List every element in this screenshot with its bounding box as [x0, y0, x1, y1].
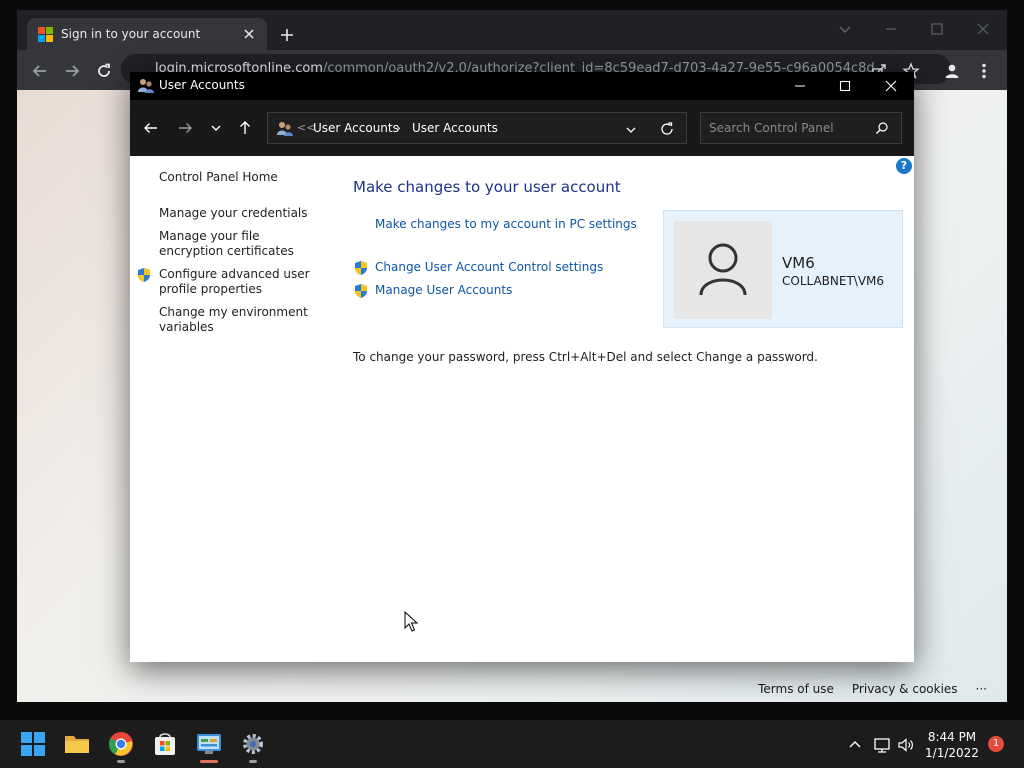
breadcrumb-bar[interactable]: << User Accounts › User Accounts — [267, 112, 687, 144]
tab-close-icon[interactable] — [241, 26, 257, 42]
network-icon[interactable] — [873, 736, 891, 754]
browser-tab[interactable]: Sign in to your account — [27, 18, 267, 50]
breadcrumb-user-accounts-icon — [276, 120, 294, 138]
privacy-cookies-link[interactable]: Privacy & cookies — [852, 682, 958, 696]
user-name: VM6 — [782, 254, 815, 272]
browser-maximize-icon[interactable] — [927, 19, 947, 39]
footer-more-button[interactable]: ··· — [976, 682, 987, 696]
browser-minimize-icon[interactable] — [881, 19, 901, 39]
password-hint: To change your password, press Ctrl+Alt+… — [353, 350, 818, 364]
settings-gear-icon[interactable] — [240, 731, 266, 757]
forward-arrow-icon[interactable] — [63, 62, 81, 80]
nav-manage-credentials[interactable]: Manage your credentials — [159, 206, 319, 221]
recent-locations-chevron-icon[interactable] — [207, 119, 225, 137]
microsoft-logo-icon — [38, 27, 53, 42]
nav-up-icon[interactable] — [236, 119, 254, 137]
uac-shield-icon — [353, 283, 369, 299]
control-panel-taskbar-icon[interactable] — [196, 731, 222, 757]
system-clock[interactable]: 8:44 PM 1/1/2022 — [922, 729, 982, 761]
notification-badge[interactable]: 1 — [988, 736, 1004, 752]
address-history-chevron-icon[interactable] — [623, 122, 639, 138]
window-minimize-icon[interactable] — [790, 76, 810, 96]
start-button-windows-icon[interactable] — [20, 731, 46, 757]
microsoft-store-icon[interactable] — [152, 731, 178, 757]
window-title: User Accounts — [159, 78, 245, 92]
user-card: VM6 COLLABNET\VM6 — [663, 210, 903, 328]
navigation-bar: << User Accounts › User Accounts — [130, 100, 914, 156]
mouse-cursor-icon — [404, 611, 418, 633]
manage-user-accounts-link[interactable]: Manage User Accounts — [375, 283, 512, 297]
uac-shield-icon — [136, 267, 152, 283]
uac-shield-icon — [353, 260, 369, 276]
nav-environment-variables[interactable]: Change my environment variables — [159, 305, 319, 335]
chrome-icon[interactable] — [108, 731, 134, 757]
nav-forward-icon[interactable] — [176, 119, 194, 137]
breadcrumb-separator-icon[interactable]: › — [396, 121, 401, 135]
refresh-icon[interactable] — [659, 121, 675, 137]
tab-title: Sign in to your account — [61, 27, 201, 41]
taskbar: 8:44 PM 1/1/2022 1 — [0, 720, 1024, 768]
volume-icon[interactable] — [897, 736, 915, 754]
settings-running-indicator — [249, 760, 257, 763]
reload-icon[interactable] — [95, 62, 113, 80]
uac-settings-link[interactable]: Change User Account Control settings — [375, 260, 603, 274]
search-box — [700, 112, 902, 144]
new-tab-icon[interactable] — [279, 27, 295, 43]
window-close-icon[interactable] — [881, 76, 901, 96]
user-accounts-icon — [137, 77, 155, 95]
breadcrumb-item-user-accounts[interactable]: User Accounts — [313, 121, 399, 135]
back-arrow-icon[interactable] — [31, 62, 49, 80]
user-domain: COLLABNET\VM6 — [782, 274, 885, 288]
tab-strip: Sign in to your account — [17, 10, 1007, 50]
avatar — [674, 221, 772, 319]
pc-settings-link[interactable]: Make changes to my account in PC setting… — [375, 217, 637, 231]
clock-date: 1/1/2022 — [925, 746, 979, 760]
nav-control-panel-home[interactable]: Control Panel Home — [159, 170, 319, 185]
search-control-panel-input[interactable] — [701, 113, 871, 143]
help-icon[interactable]: ? — [896, 158, 912, 174]
control-panel-active-indicator — [200, 760, 218, 763]
search-icon[interactable] — [875, 121, 889, 135]
user-silhouette-icon — [699, 243, 747, 296]
terms-of-use-link[interactable]: Terms of use — [758, 682, 834, 696]
tab-search-chevron-icon[interactable] — [835, 19, 855, 39]
nav-file-encryption-certificates[interactable]: Manage your file encryption certificates — [159, 229, 319, 259]
nav-back-icon[interactable] — [142, 119, 160, 137]
nav-advanced-profile-properties[interactable]: Configure advanced user profile properti… — [159, 267, 319, 297]
page-heading: Make changes to your user account — [353, 178, 621, 196]
control-panel-content: ? Control Panel Home Manage your credent… — [130, 156, 914, 662]
file-explorer-icon[interactable] — [64, 731, 90, 757]
window-title-bar[interactable]: User Accounts — [130, 72, 914, 100]
browser-close-icon[interactable] — [973, 19, 993, 39]
window-maximize-icon[interactable] — [835, 76, 855, 96]
breadcrumb-item-user-accounts-current[interactable]: User Accounts — [412, 121, 498, 135]
chrome-running-indicator — [117, 760, 125, 763]
page-footer: Terms of use Privacy & cookies ··· — [740, 682, 987, 696]
user-accounts-window: User Accounts << User Accounts › User Ac… — [130, 72, 914, 662]
show-hidden-icons-chevron-icon[interactable] — [846, 736, 864, 754]
profile-icon[interactable] — [943, 62, 961, 80]
clock-time: 8:44 PM — [927, 730, 977, 744]
browser-menu-icon[interactable] — [975, 62, 993, 80]
